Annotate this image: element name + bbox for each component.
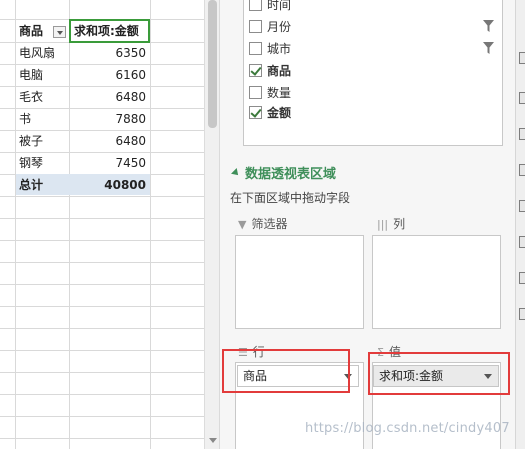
row-label-cell[interactable]: 书 — [16, 108, 69, 130]
filter-funnel-icon: ▼ — [238, 218, 247, 231]
pivot-area-hint: 在下面区域中拖动字段 — [230, 191, 351, 205]
scrollbar-thumb[interactable] — [208, 0, 217, 128]
app-window: 商品 求和项:金额 电风扇 6350 电脑 6160 毛衣 6480 书 788… — [0, 0, 525, 449]
row-label-cell[interactable]: 电风扇 — [16, 42, 69, 64]
filters-label-text: 筛选器 — [251, 217, 288, 231]
grid-line — [0, 218, 204, 219]
columns-drop-zone[interactable] — [372, 235, 501, 329]
total-label-cell[interactable]: 总计 — [16, 174, 69, 196]
pivot-table-panel: 时间 月份 城市 商品 数量 金额 数据透视表区域 在下面区域中拖动字段 ▼ 筛… — [219, 0, 515, 449]
header-product-label: 商品 — [19, 24, 44, 38]
filter-funnel-icon[interactable] — [483, 20, 494, 32]
grid-line — [0, 284, 204, 285]
grid-line — [0, 372, 204, 373]
field-label: 数量 — [267, 86, 292, 100]
field-label: 月份 — [267, 20, 292, 34]
tool-icon[interactable] — [519, 52, 525, 64]
grid-line — [0, 240, 204, 241]
collapse-triangle-icon[interactable] — [231, 168, 241, 178]
total-value-cell[interactable]: 40800 — [69, 174, 148, 196]
tool-icon[interactable] — [519, 236, 525, 248]
spreadsheet-grid[interactable]: 商品 求和项:金额 电风扇 6350 电脑 6160 毛衣 6480 书 788… — [0, 0, 204, 449]
tool-icon[interactable] — [519, 200, 525, 212]
field-label: 城市 — [267, 42, 292, 56]
field-checkbox[interactable] — [249, 0, 262, 11]
columns-label-text: 列 — [393, 217, 406, 231]
filters-drop-zone[interactable] — [235, 235, 364, 329]
tool-icon[interactable] — [519, 272, 525, 284]
field-checkbox-checked[interactable] — [249, 106, 262, 119]
grid-line — [0, 262, 204, 263]
row-label-cell[interactable]: 被子 — [16, 130, 69, 152]
side-toolstrip — [515, 0, 525, 449]
columns-icon: ||| — [377, 218, 389, 231]
pivot-area-title[interactable]: 数据透视表区域 — [231, 163, 337, 182]
row-value-cell[interactable]: 6350 — [69, 42, 148, 64]
pivot-area-title-text: 数据透视表区域 — [245, 167, 337, 182]
row-value-cell[interactable]: 7450 — [69, 152, 148, 174]
field-checkbox-checked[interactable] — [249, 64, 262, 77]
tool-icon[interactable] — [519, 308, 525, 320]
row-label-cell[interactable]: 电脑 — [16, 64, 69, 86]
filter-dropdown-icon[interactable] — [53, 26, 66, 38]
tool-icon[interactable] — [519, 164, 525, 176]
field-checkbox[interactable] — [249, 86, 262, 99]
grid-line — [0, 306, 204, 307]
scroll-down-arrow-icon[interactable] — [209, 438, 217, 443]
row-value-cell[interactable]: 7880 — [69, 108, 148, 130]
grid-line — [0, 394, 204, 395]
field-label: 金额 — [267, 106, 292, 120]
grid-line — [0, 196, 204, 197]
annotation-highlight-box — [368, 352, 510, 395]
grid-line — [0, 328, 204, 329]
grid-line — [150, 0, 151, 449]
filter-funnel-icon[interactable] — [483, 42, 494, 54]
columns-area-label: ||| 列 — [377, 215, 405, 232]
row-label-cell[interactable]: 毛衣 — [16, 86, 69, 108]
tool-icon[interactable] — [519, 128, 525, 140]
row-value-cell[interactable]: 6480 — [69, 86, 148, 108]
field-label: 商品 — [267, 64, 292, 78]
header-cell-product[interactable]: 商品 — [16, 20, 69, 42]
annotation-highlight-box — [222, 349, 350, 393]
header-cell-sum-amount[interactable]: 求和项:金额 — [69, 19, 150, 43]
field-checkbox[interactable] — [249, 42, 262, 55]
row-value-cell[interactable]: 6160 — [69, 64, 148, 86]
field-checkbox[interactable] — [249, 20, 262, 33]
field-label: 时间 — [267, 0, 292, 12]
field-list[interactable]: 时间 月份 城市 商品 数量 金额 — [243, 0, 503, 146]
sheet-vertical-scrollbar[interactable] — [204, 0, 219, 449]
grid-line — [0, 350, 204, 351]
row-value-cell[interactable]: 6480 — [69, 130, 148, 152]
grid-line — [0, 416, 204, 417]
row-label-cell[interactable]: 钢琴 — [16, 152, 69, 174]
tool-icon[interactable] — [519, 92, 525, 104]
filters-area-label: ▼ 筛选器 — [238, 215, 287, 232]
watermark: https://blog.csdn.net/cindy407 — [305, 421, 510, 436]
grid-line — [0, 438, 204, 439]
